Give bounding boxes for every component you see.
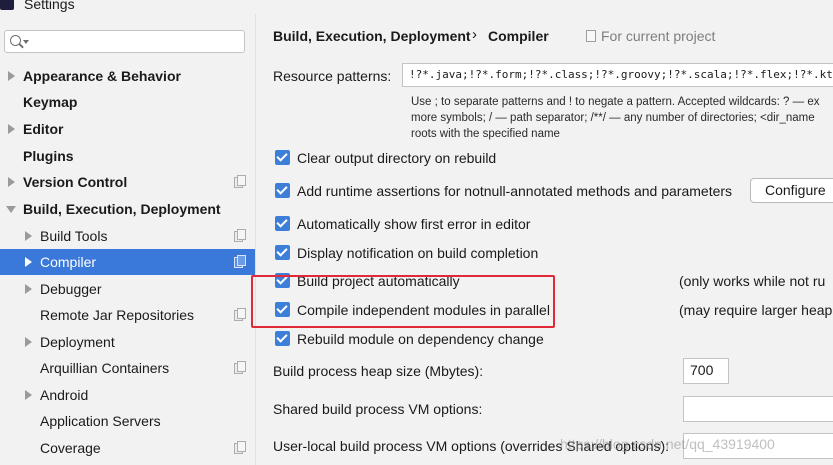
expand-arrow-icon[interactable] (8, 124, 15, 134)
sidebar-item-label: Android (40, 387, 89, 403)
expand-arrow-icon[interactable] (8, 71, 15, 81)
sidebar-item-label: Deployment (40, 334, 115, 350)
chevron-down-icon[interactable] (23, 40, 29, 44)
show-first-error-label[interactable]: Automatically show first error in editor (297, 216, 530, 232)
search-input[interactable] (33, 33, 238, 50)
sidebar-item-version-control[interactable]: Version Control (0, 169, 255, 195)
red-highlight-box (251, 275, 555, 328)
project-scope-icon (234, 441, 246, 454)
sidebar-item-appearance-behavior[interactable]: Appearance & Behavior (0, 63, 255, 89)
expand-arrow-icon[interactable] (25, 337, 32, 347)
breadcrumb-current: Compiler (488, 28, 549, 44)
sidebar-item-debugger[interactable]: Debugger (0, 276, 255, 302)
sidebar-item-plugins[interactable]: Plugins (0, 143, 255, 169)
clear-output-checkbox[interactable] (275, 150, 290, 165)
sidebar-item-label: Editor (23, 121, 64, 137)
build-notification-label[interactable]: Display notification on build completion (297, 245, 538, 261)
compiler-settings-panel: Build, Execution, Deployment › Compiler … (256, 14, 833, 465)
window-title: Settings (24, 0, 75, 12)
for-current-project-label: For current project (601, 28, 716, 44)
configure-button[interactable]: Configure (750, 178, 833, 203)
sidebar-item-remote-jar-repositories[interactable]: Remote Jar Repositories (0, 302, 255, 328)
sidebar-item-build-tools[interactable]: Build Tools (0, 223, 255, 249)
clear-output-label[interactable]: Clear output directory on rebuild (297, 150, 496, 166)
sidebar-item-editor[interactable]: Editor (0, 116, 255, 142)
parallel-compile-note: (may require larger heap (679, 302, 833, 318)
rebuild-on-dependency-checkbox[interactable] (275, 331, 290, 346)
sidebar-item-label: Version Control (23, 174, 128, 190)
sidebar-item-label: Compiler (40, 254, 97, 270)
watermark: https://blog.csdn.net/qq_43919400 (560, 436, 775, 452)
sidebar-item-label: Remote Jar Repositories (40, 307, 195, 323)
sidebar-item-label: Build Tools (40, 228, 108, 244)
project-scope-icon (234, 308, 246, 321)
title-bar: Settings (0, 0, 833, 14)
settings-search[interactable] (4, 30, 245, 53)
shared-vm-options-label: Shared build process VM options: (273, 401, 483, 417)
expand-arrow-icon[interactable] (25, 390, 32, 400)
expand-arrow-icon[interactable] (25, 231, 32, 241)
expand-arrow-icon[interactable] (25, 284, 32, 294)
sidebar-item-arquillian-containers[interactable]: Arquillian Containers (0, 355, 255, 381)
project-scope-icon (234, 255, 246, 268)
build-automatically-note: (only works while not ru (679, 273, 826, 289)
resource-patterns-help: Use ; to separate patterns and ! to nega… (411, 94, 833, 142)
resource-patterns-input[interactable]: !?*.java;!?*.form;!?*.class;!?*.groovy;!… (402, 63, 833, 87)
search-icon (10, 35, 21, 46)
sidebar-item-label: Application Servers (40, 413, 161, 429)
sidebar-item-label: Appearance & Behavior (23, 68, 181, 84)
resource-patterns-label: Resource patterns: (273, 68, 392, 84)
breadcrumb-separator-icon: › (472, 26, 477, 43)
sidebar-item-coverage[interactable]: Coverage (0, 435, 255, 461)
help-line: roots with the specified name (411, 128, 560, 140)
sidebar-item-label: Debugger (40, 281, 102, 297)
runtime-assertions-checkbox[interactable] (275, 183, 290, 198)
project-scope-icon (234, 229, 246, 242)
runtime-assertions-label[interactable]: Add runtime assertions for notnull-annot… (297, 183, 732, 199)
heap-size-label: Build process heap size (Mbytes): (273, 363, 484, 379)
sidebar-item-label: Keymap (23, 94, 78, 110)
project-scope-icon (234, 175, 246, 188)
rebuild-on-dependency-label[interactable]: Rebuild module on dependency change (297, 331, 544, 347)
breadcrumb-parent[interactable]: Build, Execution, Deployment (273, 28, 471, 44)
settings-sidebar: Appearance & Behavior Keymap Editor Plug… (0, 14, 256, 465)
project-scope-icon (234, 361, 246, 374)
sidebar-item-label: Build, Execution, Deployment (23, 201, 221, 217)
sidebar-item-build-execution-deployment[interactable]: Build, Execution, Deployment (0, 196, 255, 222)
sidebar-item-deployment[interactable]: Deployment (0, 329, 255, 355)
collapse-arrow-icon[interactable] (6, 206, 16, 213)
expand-arrow-icon[interactable] (25, 257, 32, 267)
build-notification-checkbox[interactable] (275, 245, 290, 260)
sidebar-item-keymap[interactable]: Keymap (0, 89, 255, 115)
sidebar-item-label: Plugins (23, 148, 74, 164)
show-first-error-checkbox[interactable] (275, 216, 290, 231)
help-line: more symbols; / — path separator; /**/ —… (411, 112, 815, 124)
for-current-project-note: For current project (586, 28, 715, 44)
shared-vm-options-input[interactable] (683, 396, 833, 422)
heap-size-input[interactable]: 700 (683, 358, 729, 384)
document-icon (586, 30, 596, 42)
sidebar-item-label: Arquillian Containers (40, 360, 170, 376)
app-logo-icon (0, 0, 14, 10)
sidebar-item-label: Coverage (40, 440, 101, 456)
sidebar-item-application-servers[interactable]: Application Servers (0, 408, 255, 434)
help-line: Use ; to separate patterns and ! to nega… (411, 96, 820, 108)
sidebar-item-compiler[interactable]: Compiler (0, 249, 255, 275)
sidebar-item-android[interactable]: Android (0, 382, 255, 408)
expand-arrow-icon[interactable] (8, 177, 15, 187)
